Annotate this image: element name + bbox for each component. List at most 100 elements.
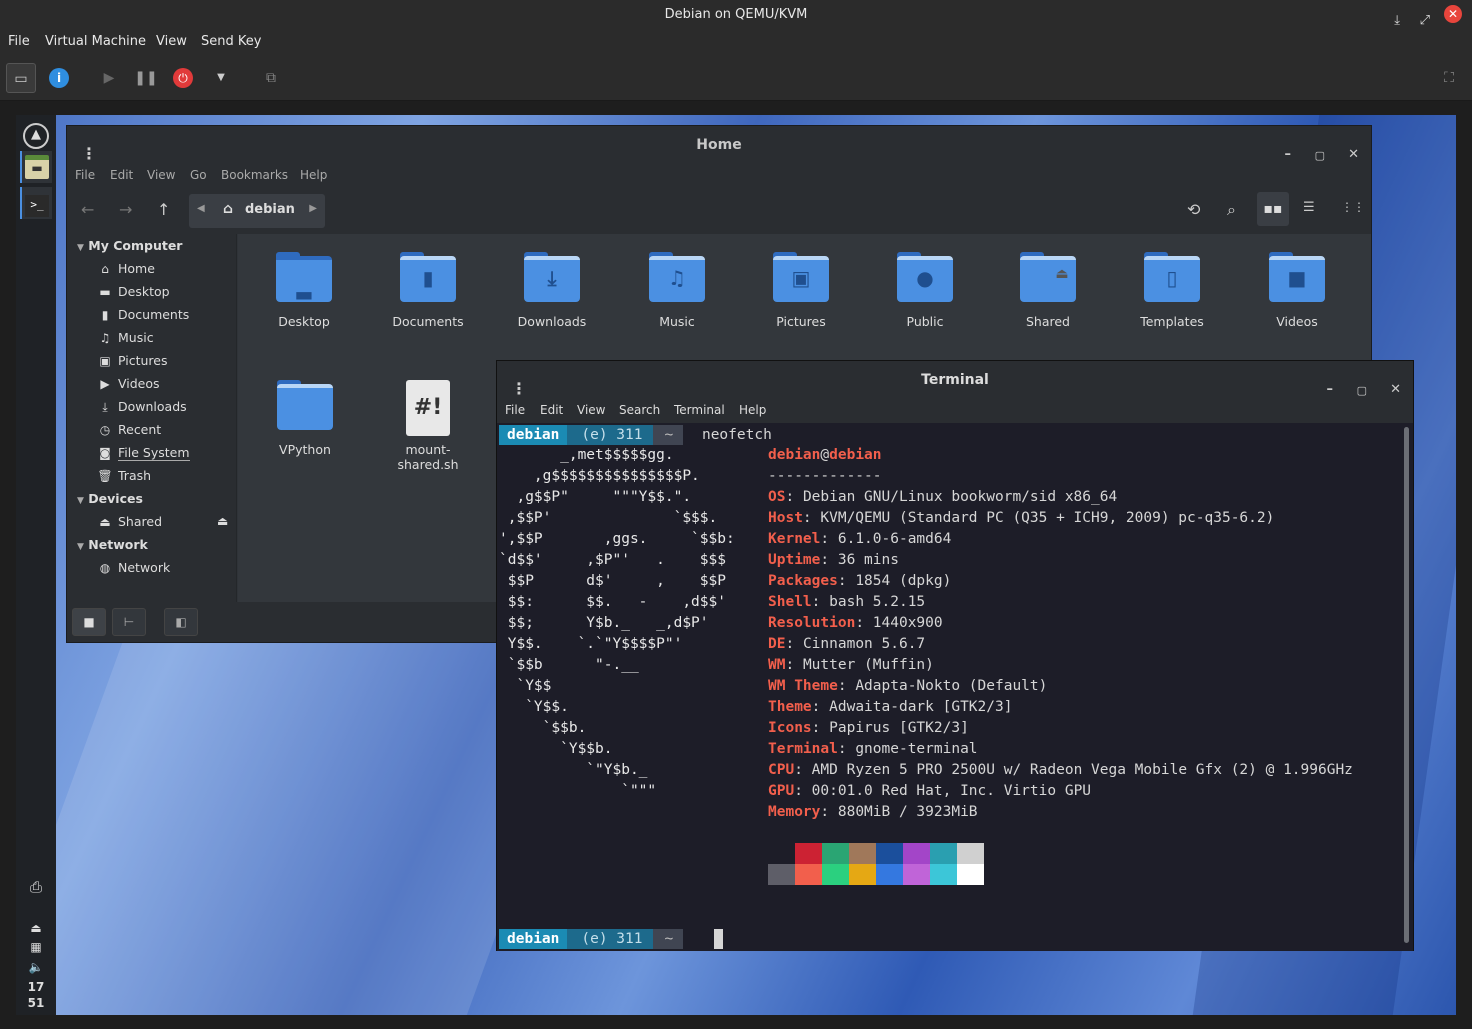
toggle-location-icon[interactable]: ⟲	[1187, 200, 1200, 219]
show-places-icon[interactable]: ■	[72, 608, 106, 636]
terminal-output[interactable]: debian (e) 311 ~ neofetch _,met$$$$$gg. ,g…	[497, 423, 1413, 951]
menu-file[interactable]: File	[8, 34, 30, 49]
colon: :	[785, 636, 803, 652]
file-item-downloads[interactable]: ⤓ Downloads	[502, 252, 602, 329]
file-item-documents[interactable]: ▮ Documents	[378, 252, 478, 329]
separator: -------------	[768, 468, 882, 484]
list-view-icon[interactable]: ☰	[1303, 200, 1315, 215]
menu-view[interactable]: View	[156, 34, 187, 49]
eject-icon[interactable]: ⏏	[217, 514, 228, 528]
compact-view-icon[interactable]: ⋮⋮	[1341, 200, 1365, 214]
ascii-line: _,met$$$$$gg.	[499, 447, 674, 463]
file-item-desktop[interactable]: ▬ Desktop	[254, 252, 354, 329]
files-app-icon[interactable]: ▬	[20, 151, 52, 183]
menu-help[interactable]: Help	[300, 168, 327, 182]
power-icon[interactable]: ⏻	[168, 63, 198, 93]
info-icon[interactable]: i	[44, 63, 74, 93]
info-value: 6.1.0-6-amd64	[837, 531, 952, 547]
chevron-down-icon: ▼	[77, 496, 84, 506]
color-swatch	[903, 864, 930, 885]
run-icon[interactable]: ▶	[94, 63, 124, 93]
info-key: Shell	[768, 594, 812, 610]
pause-icon[interactable]: ❚❚	[131, 63, 161, 93]
prompt-user: debian	[499, 425, 568, 445]
chevron-down-icon[interactable]: ▼	[206, 63, 236, 93]
terminal-app-icon[interactable]: >_	[20, 187, 52, 219]
search-icon[interactable]: ⌕	[1227, 200, 1236, 220]
file-item-templates[interactable]: ▯ Templates	[1122, 252, 1222, 329]
color-swatch	[957, 843, 984, 864]
sidebar-item-shared[interactable]: ⏏ Shared	[97, 514, 162, 529]
colon: :	[802, 510, 821, 526]
menu-help[interactable]: Help	[739, 403, 766, 417]
file-label: mount-shared.sh	[397, 442, 459, 472]
menu-go[interactable]: Go	[190, 168, 207, 182]
crumb-right-icon[interactable]: ▶	[309, 203, 317, 214]
file-item-mount-shared-sh[interactable]: #! mount-shared.sh	[378, 380, 478, 472]
sidebar-item-recent[interactable]: ◷ Recent	[97, 422, 161, 437]
sidebar-item-desktop[interactable]: ▬ Desktop	[97, 284, 169, 299]
prompt-user: debian	[499, 929, 568, 949]
sidebar-item-downloads[interactable]: ⤓ Downloads	[97, 399, 186, 415]
up-icon[interactable]: ↑	[157, 200, 170, 219]
color-swatch	[849, 864, 876, 885]
color-swatch	[876, 843, 903, 864]
info-value: 36 mins	[837, 552, 899, 568]
menu-edit[interactable]: Edit	[110, 168, 133, 182]
cinnamon-panel: ▲ ▬ >_ ⎙ ⏏ ▦ 🔈 17 51	[16, 115, 56, 1015]
sidebar-item-label: Music	[118, 330, 154, 345]
home-icon: ⌂	[101, 262, 109, 276]
menu-launcher-icon[interactable]: ▲	[20, 117, 52, 149]
sidebar-header-devices[interactable]: ▼ Devices	[77, 491, 143, 506]
back-icon[interactable]: ←	[81, 200, 94, 219]
sidebar-item-music[interactable]: ♫ Music	[97, 330, 154, 345]
file-item-public[interactable]: ● Public	[875, 252, 975, 329]
sidebar-item-videos[interactable]: ▶ Videos	[97, 376, 159, 391]
sidebar-item-label: Documents	[118, 307, 190, 322]
sidebar-item-pictures[interactable]: ▣ Pictures	[97, 353, 167, 368]
sidebar-item-documents[interactable]: ▮ Documents	[97, 307, 190, 322]
menu-virtual-machine[interactable]: Virtual Machine	[45, 34, 146, 49]
icon-view-icon[interactable]: ▪▪	[1257, 192, 1289, 226]
fullscreen-icon[interactable]: ⛶	[1434, 63, 1464, 93]
crumb-debian[interactable]: debian	[245, 202, 295, 217]
info-value: Adapta-Nokto (Default)	[855, 678, 1048, 694]
color-swatch	[822, 864, 849, 885]
hide-sidebar-icon[interactable]: ◧	[164, 608, 198, 636]
show-tree-icon[interactable]: ⊢	[112, 608, 146, 636]
sidebar-item-network[interactable]: ◍ Network	[97, 560, 170, 575]
menu-edit[interactable]: Edit	[540, 403, 563, 417]
file-item-music[interactable]: ♫ Music	[627, 252, 727, 329]
folder-template-icon: ▯	[1144, 252, 1200, 302]
file-label: Public	[906, 314, 944, 329]
menu-send-key[interactable]: Send Key	[201, 34, 261, 49]
console-view-icon[interactable]: ▭	[6, 63, 36, 93]
menu-file[interactable]: File	[505, 403, 525, 417]
menu-terminal[interactable]: Terminal	[674, 403, 725, 417]
sidebar-item-home[interactable]: ⌂ Home	[97, 261, 155, 276]
sidebar-item-trash[interactable]: 🗑 Trash	[97, 468, 151, 483]
color-swatch	[930, 843, 957, 864]
clock[interactable]: 17 51	[16, 979, 56, 1011]
terminal-menubar: File Edit View Search Terminal Help	[497, 399, 1413, 423]
ascii-line: $$P d$' , $$P	[499, 573, 726, 589]
file-item-shared[interactable]: ⏏ Shared	[998, 252, 1098, 329]
sidebar-header-my-computer[interactable]: ▼ My Computer	[77, 238, 182, 253]
file-item-pictures[interactable]: ▣ Pictures	[751, 252, 851, 329]
scrollbar[interactable]	[1404, 427, 1409, 943]
menu-bookmarks[interactable]: Bookmarks	[221, 168, 288, 182]
close-icon[interactable]: ✕	[1444, 5, 1462, 23]
file-item-vpython[interactable]: VPython	[255, 380, 355, 457]
menu-view[interactable]: View	[577, 403, 605, 417]
printer-icon[interactable]: ⎙	[20, 871, 52, 903]
colon: :	[837, 573, 856, 589]
sidebar-header-network[interactable]: ▼ Network	[77, 537, 148, 552]
file-item-videos[interactable]: ■ Videos	[1247, 252, 1347, 329]
menu-file[interactable]: File	[75, 168, 95, 182]
menu-view[interactable]: View	[147, 168, 175, 182]
forward-icon[interactable]: →	[119, 200, 132, 219]
snapshot-icon[interactable]: ⧉	[256, 63, 286, 93]
menu-search[interactable]: Search	[619, 403, 660, 417]
sidebar-item-file-system[interactable]: ◙ File System	[97, 445, 190, 461]
crumb-left-icon[interactable]: ◀	[197, 203, 205, 214]
